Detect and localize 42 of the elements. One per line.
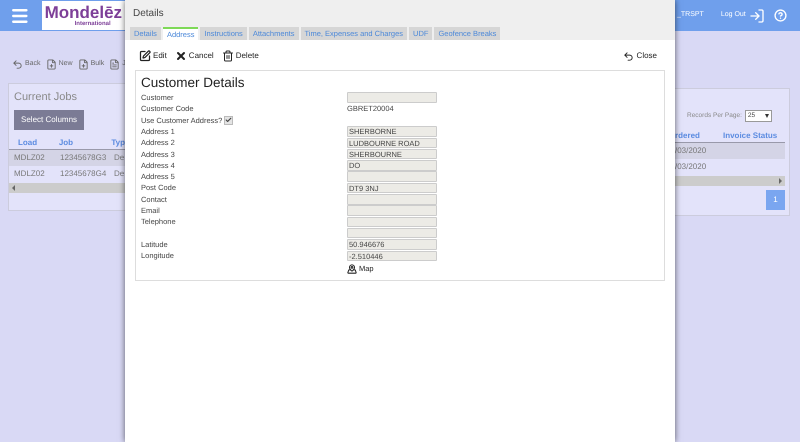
check-icon [225, 116, 232, 124]
table-cell: De [114, 152, 124, 164]
help-icon[interactable] [774, 9, 787, 22]
table-cell: /03/2020 [675, 161, 706, 173]
column-header[interactable]: Job [58, 136, 112, 148]
column-header[interactable]: Load [9, 136, 59, 148]
trash-icon [222, 50, 234, 62]
map-icon [347, 264, 357, 274]
document-icon [109, 59, 120, 70]
page-button[interactable]: 1 [766, 190, 785, 210]
horizontal-scrollbar[interactable] [675, 176, 785, 186]
table-cell-text: MDLZ02 [13, 168, 46, 180]
column-header[interactable]: Typ [111, 136, 125, 148]
input-field[interactable] [347, 194, 437, 205]
new-file-icon [46, 59, 57, 70]
column-header[interactable]: Invoice Status [723, 130, 778, 142]
table-cell-text: 12345678G3 [60, 152, 108, 164]
column-header[interactable]: rdered [675, 130, 723, 142]
section-title: Customer Details [141, 75, 246, 91]
dialog-title: Details [132, 7, 165, 21]
undo-icon [622, 50, 634, 62]
close-icon [174, 50, 187, 62]
card-title: Current Jobs [13, 90, 78, 105]
input-field[interactable] [347, 216, 437, 228]
door-icon [748, 8, 765, 24]
table-cell: De [114, 168, 124, 180]
input-field[interactable] [347, 205, 437, 216]
close-button[interactable]: Close [622, 50, 657, 62]
action-button[interactable]: Cancel [174, 50, 214, 62]
action-button[interactable]: Edit [139, 50, 167, 62]
select-columns-button[interactable]: Select Columns [14, 110, 84, 130]
action-button[interactable]: Delete [222, 50, 259, 62]
input-field[interactable] [347, 171, 437, 182]
input-field[interactable] [347, 228, 437, 238]
edit-icon [139, 50, 151, 62]
table-cell-text: MDLZ02 [13, 152, 46, 164]
input-field[interactable] [347, 92, 437, 103]
checkbox[interactable] [224, 116, 234, 125]
table-cell-text: 12345678G4 [60, 168, 108, 180]
horizontal-scrollbar[interactable] [9, 182, 125, 192]
file-plus-icon [78, 59, 89, 70]
back-icon [12, 59, 23, 70]
